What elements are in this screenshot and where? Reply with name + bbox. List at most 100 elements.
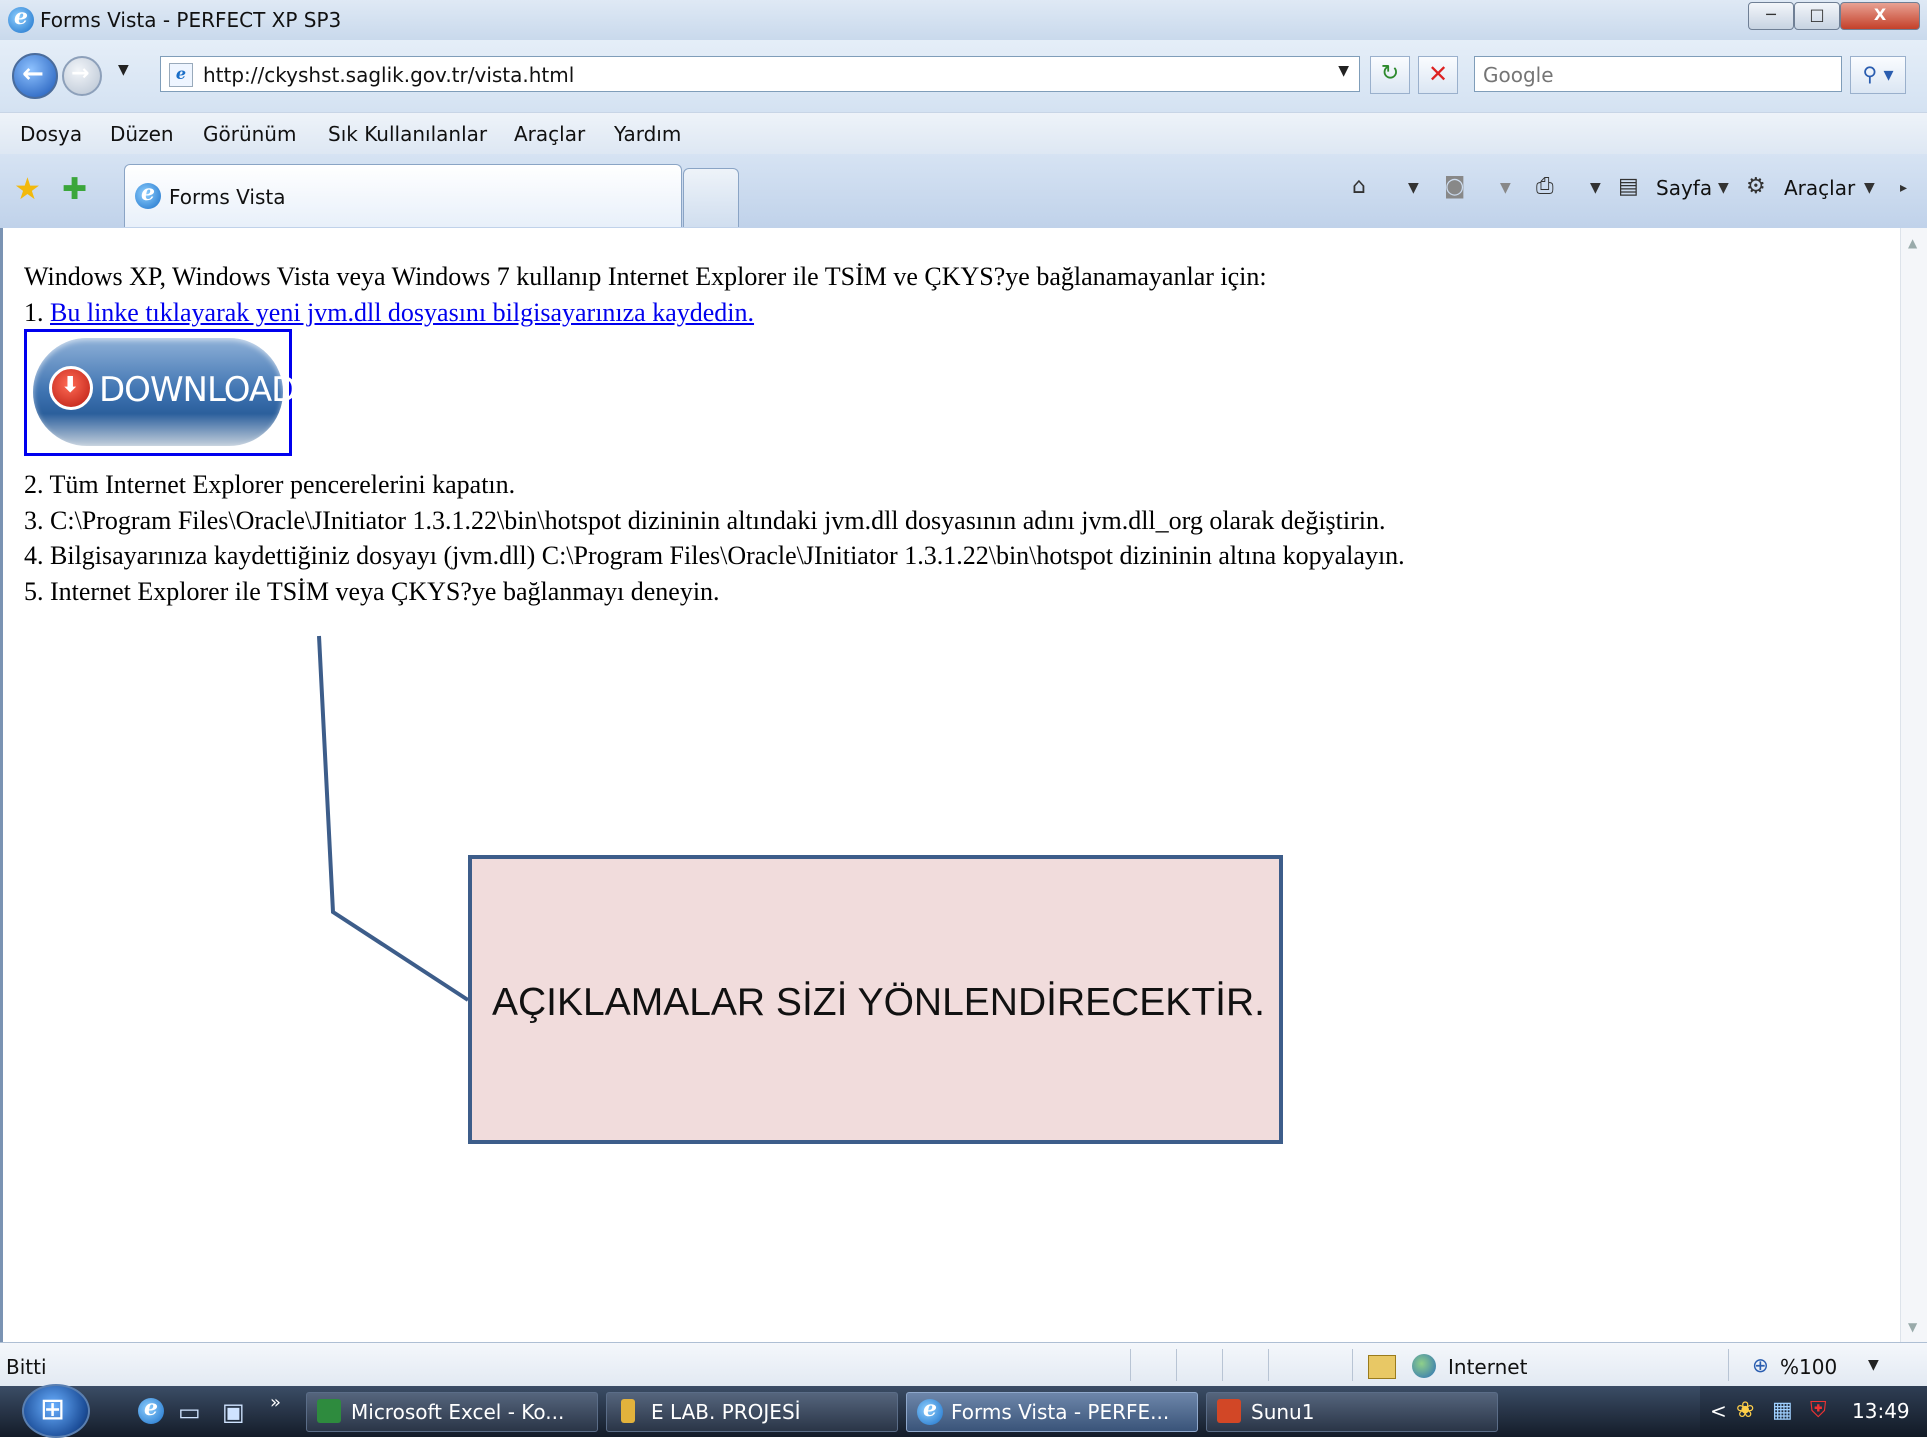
print-dropdown-icon[interactable]: ▼	[1590, 180, 1601, 196]
ie-icon	[917, 1396, 943, 1425]
ie-tab-icon	[135, 180, 161, 209]
tab-label: Forms Vista	[169, 185, 286, 209]
menu-view[interactable]: Görünüm	[203, 122, 296, 146]
zoom-icon[interactable]: ⊕	[1752, 1353, 1769, 1377]
step-3: 3. C:\Program Files\Oracle\JInitiator 1.…	[24, 506, 1386, 535]
quicklaunch-ie-icon[interactable]	[138, 1395, 164, 1424]
quicklaunch-app-icon[interactable]: ▣	[222, 1398, 245, 1426]
step-2: 2. Tüm Internet Explorer pencerelerini k…	[24, 470, 516, 499]
menu-bar: Dosya Düzen Görünüm Sık Kullanılanlar Ar…	[0, 112, 1927, 155]
protected-mode-icon[interactable]	[1368, 1355, 1396, 1379]
vertical-scrollbar[interactable]: ▲ ▼	[1900, 228, 1927, 1342]
page-menu-icon[interactable]: ▤	[1618, 174, 1639, 199]
page-menu-label[interactable]: Sayfa	[1656, 176, 1712, 200]
window-title-bar[interactable]: Forms Vista - PERFECT XP SP3 ─ □ X	[0, 0, 1927, 41]
menu-edit[interactable]: Düzen	[110, 122, 174, 146]
address-url[interactable]: http://ckyshst.saglik.gov.tr/vista.html	[203, 63, 574, 87]
maximize-button[interactable]: □	[1794, 2, 1840, 30]
refresh-button[interactable]: ↻	[1370, 56, 1410, 94]
intro-text: Windows XP, Windows Vista veya Windows 7…	[24, 262, 1267, 291]
tools-dropdown-icon[interactable]: ▼	[1864, 180, 1875, 196]
start-button[interactable]	[22, 1384, 90, 1438]
page-dropdown-icon[interactable]: ▼	[1718, 180, 1729, 196]
favorites-star-icon[interactable]: ★	[14, 172, 41, 207]
show-desktop-icon[interactable]: ▭	[178, 1398, 201, 1426]
tab-bar: ★ ✚ Forms Vista ⌂ ▼ ◙ ▼ ⎙ ▼ ▤ Sayfa ▼ ⚙ …	[0, 154, 1927, 229]
excel-icon	[317, 1399, 341, 1423]
system-tray: < ❀ ▦ ⛨ 13:49	[1700, 1386, 1927, 1437]
add-favorites-icon[interactable]: ✚	[62, 172, 87, 207]
home-dropdown-icon[interactable]: ▼	[1408, 180, 1419, 196]
status-divider	[1728, 1349, 1729, 1381]
back-button[interactable]	[12, 53, 58, 99]
callout-box: AÇIKLAMALAR SİZİ YÖNLENDİRECEKTİR.	[468, 855, 1283, 1144]
new-tab-button[interactable]	[683, 168, 739, 227]
taskbar-ie[interactable]: Forms Vista - PERFE...	[906, 1392, 1198, 1432]
search-box[interactable]	[1474, 56, 1842, 92]
address-field[interactable]: e http://ckyshst.saglik.gov.tr/vista.htm…	[160, 56, 1360, 92]
taskbar-powerpoint[interactable]: Sunu1	[1206, 1392, 1498, 1432]
download-button-link[interactable]: DOWNLOAD	[24, 329, 297, 456]
menu-favorites[interactable]: Sık Kullanılanlar	[328, 122, 487, 146]
tray-app-icon[interactable]: ❀	[1736, 1398, 1754, 1423]
taskbar: ▭ ▣ » Microsoft Excel - Ko... E LAB. PRO…	[0, 1384, 1927, 1438]
internet-zone-icon	[1412, 1354, 1436, 1378]
feeds-dropdown-icon[interactable]: ▼	[1500, 180, 1511, 196]
powerpoint-icon	[1217, 1399, 1241, 1423]
tab-forms-vista[interactable]: Forms Vista	[124, 164, 682, 227]
step-1-number: 1.	[24, 298, 50, 327]
clock[interactable]: 13:49	[1852, 1399, 1910, 1423]
callout-text: AÇIKLAMALAR SİZİ YÖNLENDİRECEKTİR.	[492, 981, 1265, 1024]
feeds-icon[interactable]: ◙	[1444, 174, 1465, 199]
page-icon: e	[169, 63, 193, 87]
minimize-button[interactable]: ─	[1748, 2, 1794, 30]
search-button[interactable]: ⚲ ▾	[1850, 56, 1906, 94]
tools-gear-icon[interactable]: ⚙	[1746, 174, 1766, 199]
home-icon[interactable]: ⌂	[1352, 174, 1366, 199]
search-icon: ⚲	[1862, 62, 1878, 86]
address-toolbar: ▼ e http://ckyshst.saglik.gov.tr/vista.h…	[0, 40, 1927, 112]
window-title: Forms Vista - PERFECT XP SP3	[40, 8, 342, 32]
status-divider	[1222, 1349, 1223, 1381]
status-divider	[1130, 1349, 1131, 1381]
download-button-label: DOWNLOAD	[99, 370, 297, 410]
step-4: 4. Bilgisayarınıza kaydettiğiniz dosyayı…	[24, 541, 1405, 570]
status-text: Bitti	[6, 1355, 47, 1379]
address-dropdown-icon[interactable]: ▼	[1338, 63, 1349, 79]
tools-menu-label[interactable]: Araçlar	[1784, 176, 1855, 200]
scroll-down-icon[interactable]: ▼	[1908, 1320, 1917, 1334]
network-icon[interactable]: ▦	[1772, 1398, 1793, 1423]
forward-button[interactable]	[62, 56, 102, 96]
menu-help[interactable]: Yardım	[614, 122, 681, 146]
search-input[interactable]	[1481, 59, 1825, 91]
close-button[interactable]: X	[1840, 2, 1920, 30]
folder-icon	[621, 1399, 635, 1423]
taskbar-excel[interactable]: Microsoft Excel - Ko...	[306, 1392, 598, 1432]
tray-expand-icon[interactable]: <	[1710, 1399, 1727, 1423]
stop-button[interactable]: ✕	[1418, 56, 1458, 94]
security-zone-label[interactable]: Internet	[1448, 1355, 1527, 1379]
quicklaunch-overflow-icon[interactable]: »	[270, 1392, 281, 1413]
security-shield-icon[interactable]: ⛨	[1810, 1398, 1827, 1423]
zoom-dropdown-icon[interactable]: ▼	[1868, 1357, 1879, 1373]
history-dropdown-icon[interactable]: ▼	[118, 62, 129, 78]
status-divider	[1268, 1349, 1269, 1381]
download-link[interactable]: Bu linke tıklayarak yeni jvm.dll dosyası…	[50, 298, 754, 327]
download-arrow-icon	[49, 366, 93, 410]
menu-tools[interactable]: Araçlar	[514, 122, 585, 146]
chevron-right-icon[interactable]: ▸	[1900, 180, 1907, 196]
zoom-level[interactable]: %100	[1780, 1355, 1837, 1379]
menu-file[interactable]: Dosya	[20, 122, 82, 146]
taskbar-button-label: Sunu1	[1251, 1400, 1315, 1424]
step-5: 5. Internet Explorer ile TSİM veya ÇKYS?…	[24, 577, 720, 606]
download-button[interactable]: DOWNLOAD	[33, 338, 297, 446]
status-bar: Bitti Internet ⊕ %100 ▼	[0, 1342, 1927, 1387]
scroll-up-icon[interactable]: ▲	[1908, 236, 1917, 250]
print-icon[interactable]: ⎙	[1536, 174, 1554, 199]
step-1: 1. Bu linke tıklayarak yeni jvm.dll dosy…	[24, 298, 754, 328]
taskbar-button-label: Microsoft Excel - Ko...	[351, 1400, 565, 1424]
taskbar-button-label: E LAB. PROJESİ	[651, 1400, 801, 1424]
status-divider	[1176, 1349, 1177, 1381]
taskbar-folder[interactable]: E LAB. PROJESİ	[606, 1392, 898, 1432]
taskbar-button-label: Forms Vista - PERFE...	[951, 1400, 1170, 1424]
